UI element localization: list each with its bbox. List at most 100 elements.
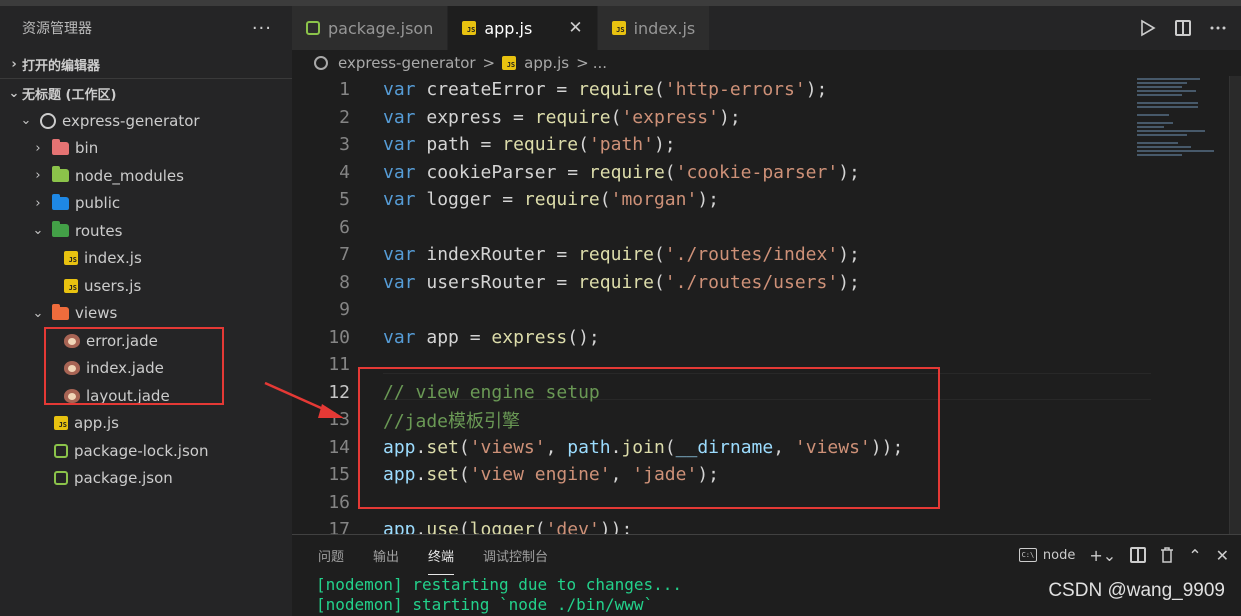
code-line[interactable]: 10 var app = express();	[292, 324, 1152, 352]
js-file-icon: JS	[462, 21, 477, 35]
line-number: 12	[328, 381, 350, 403]
folder-routes-icon	[52, 221, 69, 238]
breadcrumb-more[interactable]: ...	[593, 54, 607, 72]
tree-item-app-js[interactable]: JS app.js	[0, 410, 292, 438]
code-line[interactable]: 5 var logger = require('morgan');	[292, 186, 1152, 214]
explorer-header: 资源管理器 ···	[0, 6, 292, 50]
trash-icon[interactable]	[1160, 547, 1174, 563]
tree-item-node-modules[interactable]: › node_modules	[0, 162, 292, 190]
workspace-section[interactable]: ⌄ 无标题 (工作区)	[0, 79, 292, 107]
line-number: 10	[328, 326, 350, 348]
tab-index-js[interactable]: JS index.js	[597, 6, 711, 50]
bottom-panel: 问题 输出 终端 调试控制台 C:\ node +⌄ ⌃ ✕ [nodemon]…	[292, 534, 1241, 616]
tree-item-label: node_modules	[75, 166, 184, 185]
tree-item-views[interactable]: ⌄ views	[0, 300, 292, 328]
folder-public-icon	[52, 193, 69, 210]
editor-tab-bar: package.json JS app.js ✕ JS index.js	[292, 6, 1241, 50]
code-text: var cookieParser = require('cookie-parse…	[383, 161, 860, 183]
chevron-right-icon: ›	[35, 140, 41, 156]
js-file-icon: JS	[54, 416, 68, 431]
workspace-label: 无标题 (工作区)	[22, 87, 117, 103]
tree-item-public[interactable]: › public	[0, 190, 292, 218]
tab-label: package.json	[328, 18, 434, 38]
annotation-box-view-engine	[358, 367, 940, 509]
code-line[interactable]: 8 var usersRouter = require('./routes/use…	[292, 269, 1152, 297]
code-line[interactable]: 4 var cookieParser = require('cookie-pars…	[292, 159, 1152, 187]
code-line[interactable]: 7 var indexRouter = require('./routes/ind…	[292, 241, 1152, 269]
line-number: 16	[328, 491, 350, 513]
project-root-icon	[40, 112, 56, 129]
tree-item-package-lock-json[interactable]: package-lock.json	[0, 437, 292, 465]
chevron-up-icon[interactable]: ⌃	[1188, 546, 1201, 565]
chevron-down-icon: ⌄	[32, 223, 44, 239]
chevron-down-icon: ⌄	[32, 305, 44, 321]
tab-terminal[interactable]: 终端	[428, 535, 455, 575]
tree-item-label: package-lock.json	[74, 441, 209, 460]
chevron-right-icon: ›	[11, 56, 17, 72]
tab-app-js[interactable]: JS app.js ✕	[448, 6, 598, 50]
terminal-selector[interactable]: C:\ node	[1018, 547, 1076, 563]
tree-item-package-json[interactable]: package.json	[0, 465, 292, 493]
code-line[interactable]: 2 var express = require('express');	[292, 104, 1152, 132]
close-icon[interactable]: ✕	[1216, 546, 1229, 565]
code-text: var path = require('path');	[383, 134, 676, 156]
tab-package-json[interactable]: package.json	[292, 6, 449, 50]
split-editor-icon[interactable]	[1175, 20, 1191, 36]
breadcrumb-separator: >	[482, 54, 496, 72]
tree-item-label: express-generator	[62, 111, 200, 130]
tree-item-label: package.json	[74, 469, 173, 488]
line-number: 4	[339, 161, 350, 183]
open-editors-section[interactable]: › 打开的编辑器	[0, 50, 292, 78]
tab-debug-console[interactable]: 调试控制台	[483, 535, 548, 575]
tree-item-routes[interactable]: ⌄ routes	[0, 217, 292, 245]
explorer-title: 资源管理器	[22, 21, 92, 37]
line-number: 2	[339, 106, 350, 128]
open-editors-label: 打开的编辑器	[22, 58, 101, 74]
chevron-down-icon: ⌄	[8, 85, 20, 101]
code-line[interactable]: 9	[292, 296, 1152, 324]
tab-output[interactable]: 输出	[373, 535, 399, 575]
split-terminal-icon[interactable]	[1130, 547, 1147, 563]
more-actions-icon[interactable]: ···	[252, 18, 272, 39]
tree-item-label: routes	[75, 221, 123, 240]
tree-item-label: app.js	[74, 414, 119, 433]
panel-actions: C:\ node +⌄ ⌃ ✕	[1018, 535, 1229, 575]
code-text: var createError = require('http-errors')…	[383, 79, 828, 101]
tree-item-express-generator[interactable]: ⌄ express-generator	[0, 107, 292, 135]
breadcrumb: express-generator > JS app.js > ...	[292, 50, 1241, 76]
line-number: 6	[339, 216, 350, 238]
tree-item-users-js[interactable]: JS users.js	[0, 272, 292, 300]
code-text: var logger = require('morgan');	[383, 189, 719, 211]
more-actions-icon[interactable]	[1209, 19, 1227, 37]
project-root-icon	[314, 56, 328, 70]
code-line[interactable]: 6	[292, 214, 1152, 242]
watermark: CSDN @wang_9909	[1048, 580, 1225, 601]
line-number: 14	[328, 436, 350, 458]
tree-item-index-js[interactable]: JS index.js	[0, 245, 292, 273]
code-line[interactable]: 1 var createError = require('http-errors'…	[292, 76, 1152, 104]
breadcrumb-file[interactable]: app.js	[524, 54, 569, 72]
tree-item-label: public	[75, 194, 121, 213]
chevron-right-icon: ›	[35, 168, 41, 184]
breadcrumb-project[interactable]: express-generator	[338, 54, 476, 72]
code-text: var usersRouter = require('./routes/user…	[383, 271, 860, 293]
breadcrumb-separator: >	[576, 54, 589, 72]
json-file-icon	[54, 471, 68, 486]
tab-label: app.js	[484, 18, 533, 38]
tab-label: index.js	[633, 18, 696, 38]
code-line[interactable]: 17 app.use(logger('dev'));	[292, 516, 1152, 534]
folder-views-icon	[52, 303, 69, 320]
js-file-icon: JS	[611, 21, 626, 35]
code-line[interactable]: 3 var path = require('path');	[292, 131, 1152, 159]
line-number: 15	[328, 464, 350, 486]
editor-scrollbar[interactable]	[1229, 76, 1241, 534]
js-file-icon: JS	[64, 278, 78, 293]
add-terminal-icon[interactable]: +⌄	[1089, 546, 1116, 565]
close-icon[interactable]: ✕	[568, 18, 582, 38]
code-text: var indexRouter = require('./routes/inde…	[383, 244, 860, 266]
terminal-name: node	[1042, 547, 1076, 563]
json-file-icon	[54, 443, 68, 458]
tab-problems[interactable]: 问题	[318, 535, 344, 575]
tree-item-bin[interactable]: › bin	[0, 135, 292, 163]
run-icon[interactable]	[1139, 19, 1157, 37]
